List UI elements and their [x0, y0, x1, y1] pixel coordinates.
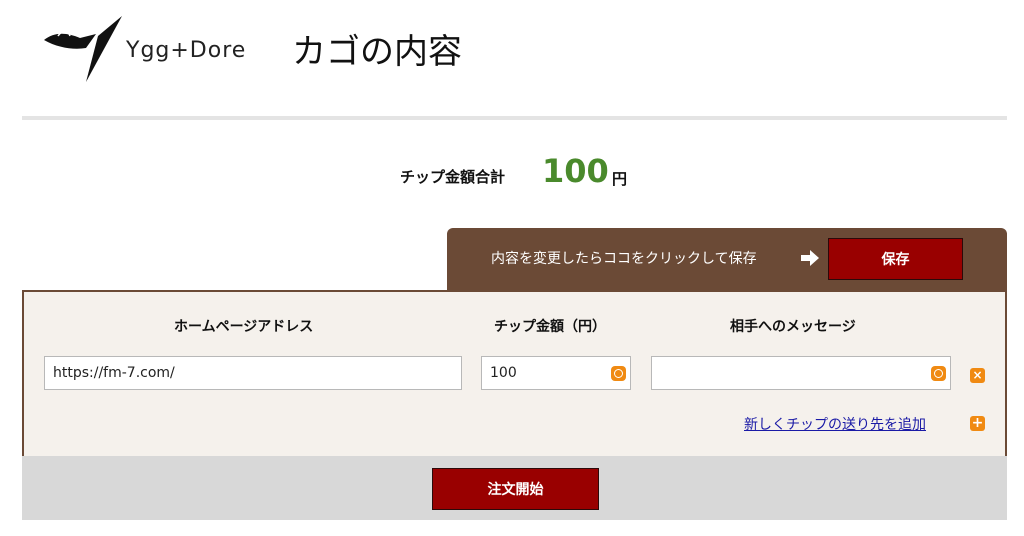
save-bar: 内容を変更したらココをクリックして保存 保存: [447, 228, 1007, 292]
header: Ygg+Dore カゴの内容: [0, 0, 1024, 118]
add-recipient-icon[interactable]: +: [970, 416, 985, 431]
amount-input[interactable]: [482, 357, 630, 389]
column-header-url: ホームページアドレス: [174, 319, 314, 335]
header-divider: [22, 116, 1007, 120]
total-unit: 円: [612, 170, 628, 188]
logo-icon: [44, 16, 122, 82]
page-title: カゴの内容: [292, 32, 462, 72]
add-recipient-link[interactable]: 新しくチップの送り先を追加: [744, 414, 926, 434]
delete-row-icon[interactable]: ×: [970, 368, 985, 383]
order-bar: 注文開始: [22, 456, 1007, 520]
reset-amount-icon[interactable]: [611, 366, 626, 381]
amount-field-wrapper: [481, 356, 631, 390]
tip-form-panel: ホームページアドレス チップ金額（円） 相手へのメッセージ × 新しくチップの送…: [22, 290, 1007, 458]
url-input[interactable]: [45, 357, 461, 389]
save-button[interactable]: 保存: [828, 238, 963, 280]
url-field-wrapper: [44, 356, 462, 390]
logo-text: Ygg+Dore: [126, 38, 247, 63]
total-value: 100: [542, 152, 609, 190]
message-field-wrapper: [651, 356, 951, 390]
save-hint: 内容を変更したらココをクリックして保存: [491, 251, 757, 267]
column-header-message: 相手へのメッセージ: [730, 319, 856, 335]
message-input[interactable]: [652, 357, 950, 389]
total-label: チップ金額合計: [400, 168, 506, 186]
logo[interactable]: Ygg+Dore: [40, 14, 250, 84]
reset-message-icon[interactable]: [931, 366, 946, 381]
column-header-amount: チップ金額（円）: [494, 319, 606, 335]
arrow-right-icon: [801, 250, 819, 266]
start-order-button[interactable]: 注文開始: [432, 468, 599, 510]
